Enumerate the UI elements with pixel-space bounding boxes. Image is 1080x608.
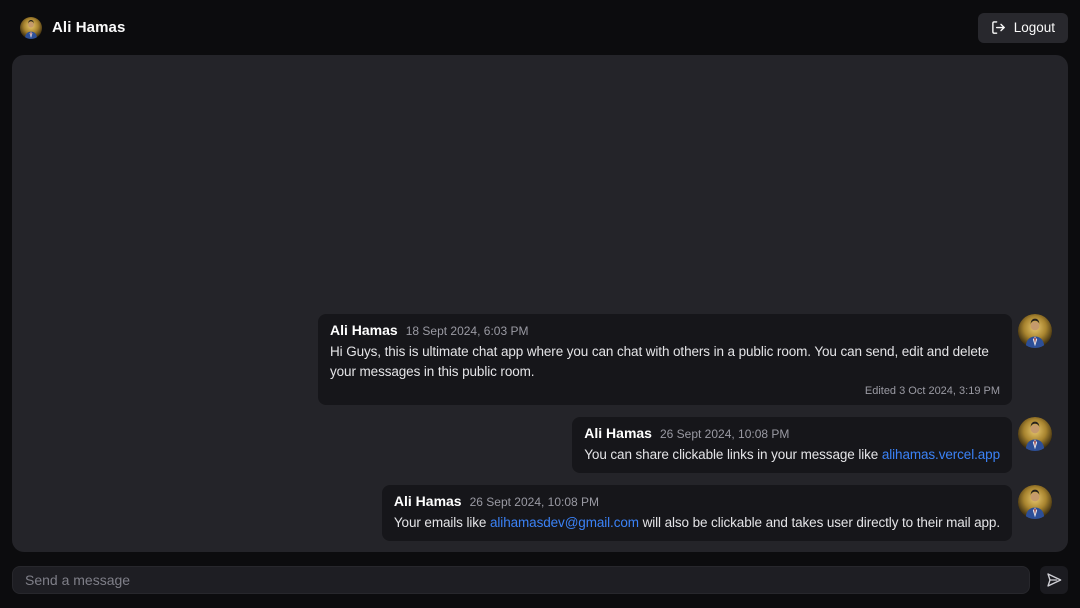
app-header: Ali Hamas Logout (0, 0, 1080, 55)
send-icon (1046, 572, 1062, 588)
message-meta: Ali Hamas 26 Sept 2024, 10:08 PM (394, 493, 1000, 509)
chat-area: Ali Hamas 18 Sept 2024, 6:03 PM Hi Guys,… (12, 55, 1068, 552)
message-author: Ali Hamas (394, 493, 462, 509)
chat-app: Ali Hamas Logout Ali Hamas 18 Sept 2024,… (0, 0, 1080, 608)
message-input[interactable] (12, 566, 1030, 594)
message-text: Your emails like alihamasdev@gmail.com w… (394, 513, 1000, 533)
logout-button[interactable]: Logout (978, 13, 1068, 43)
message-timestamp: 18 Sept 2024, 6:03 PM (406, 324, 529, 338)
message-row: Ali Hamas 26 Sept 2024, 10:08 PM Your em… (382, 485, 1052, 541)
user-name: Ali Hamas (52, 19, 125, 36)
message-text: Hi Guys, this is ultimate chat app where… (330, 342, 1000, 382)
message-meta: Ali Hamas 18 Sept 2024, 6:03 PM (330, 322, 1000, 338)
logout-icon (991, 20, 1006, 35)
message-bubble: Ali Hamas 26 Sept 2024, 10:08 PM Your em… (382, 485, 1012, 541)
message-link[interactable]: alihamasdev@gmail.com (490, 515, 639, 530)
message-author: Ali Hamas (584, 425, 652, 441)
message-meta: Ali Hamas 26 Sept 2024, 10:08 PM (584, 425, 1000, 441)
message-author: Ali Hamas (330, 322, 398, 338)
message-avatar (1018, 485, 1052, 519)
message-row: Ali Hamas 26 Sept 2024, 10:08 PM You can… (572, 417, 1052, 473)
logout-label: Logout (1014, 20, 1055, 35)
message-bubble: Ali Hamas 26 Sept 2024, 10:08 PM You can… (572, 417, 1012, 473)
message-avatar (1018, 417, 1052, 451)
message-link[interactable]: alihamas.vercel.app (882, 447, 1000, 462)
message-row: Ali Hamas 18 Sept 2024, 6:03 PM Hi Guys,… (318, 314, 1052, 405)
message-composer (12, 566, 1068, 594)
message-bubble: Ali Hamas 18 Sept 2024, 6:03 PM Hi Guys,… (318, 314, 1012, 405)
user-avatar (20, 17, 42, 39)
send-button[interactable] (1040, 566, 1068, 594)
message-text: You can share clickable links in your me… (584, 445, 1000, 465)
message-timestamp: 26 Sept 2024, 10:08 PM (660, 427, 789, 441)
message-timestamp: 26 Sept 2024, 10:08 PM (470, 495, 599, 509)
current-user-chip: Ali Hamas (20, 17, 125, 39)
message-avatar (1018, 314, 1052, 348)
message-edited-label: Edited 3 Oct 2024, 3:19 PM (330, 385, 1000, 397)
